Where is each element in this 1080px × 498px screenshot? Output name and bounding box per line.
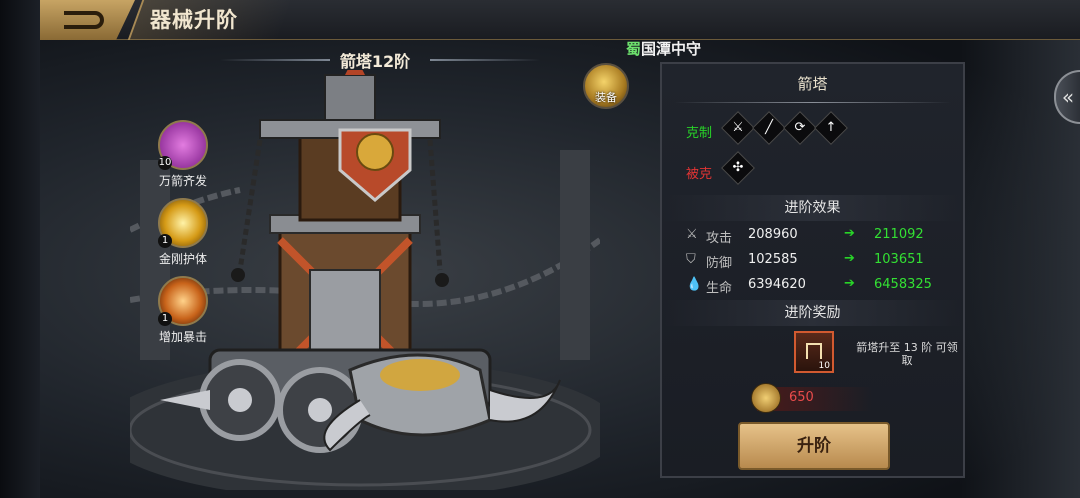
- stat-new-value: 211092: [874, 227, 924, 242]
- chariot-icon: ⚔: [732, 120, 744, 135]
- back-arrow-icon: [63, 11, 104, 29]
- stat-row-attack: ⚔ 攻击 208960 ➔ 211092: [662, 224, 963, 249]
- arrow-right-icon: ➔: [844, 226, 855, 241]
- stat-name: 防御: [706, 256, 733, 271]
- right-edge-decoration: [960, 0, 1080, 498]
- stat-old-value: 6394620: [748, 277, 806, 292]
- upgrade-panel: 箭塔 克制 ⚔ ╱ ⟳ ↑ 被克 ✣ 进阶效果 ⚔ 攻击 208960 ➔ 21…: [660, 62, 965, 478]
- reward-count: 10: [818, 361, 830, 371]
- advance-reward-header: 进阶奖励: [662, 300, 963, 326]
- arrow-right-icon: ➔: [844, 276, 855, 291]
- skill-level: 1: [158, 234, 172, 248]
- siege-cart-icon: ✣: [732, 160, 744, 175]
- bow-icon: ⟳: [794, 120, 806, 135]
- arrow-right-icon: ➔: [844, 251, 855, 266]
- header-divider: [674, 102, 951, 103]
- game-screen: 器械升阶 蜀国潭中守 箭塔12阶 10 万箭齐发 1 金刚护体 1 增加暴击 装…: [0, 0, 1080, 498]
- droplet-icon: 💧: [686, 277, 703, 292]
- skill-wanjianqifa[interactable]: 10 万箭齐发: [153, 120, 213, 189]
- stat-name: 生命: [706, 281, 733, 296]
- advance-effect-header: 进阶效果: [662, 195, 963, 221]
- upgrade-material-icon: [751, 383, 781, 413]
- double-chevron-left-icon: «: [1061, 85, 1075, 109]
- stat-row-health: 💧 生命 6394620 ➔ 6458325: [662, 274, 963, 299]
- counter-sword[interactable]: ╱: [752, 111, 786, 145]
- upgrade-button[interactable]: 升阶: [738, 422, 890, 470]
- skill-jingangxiuti[interactable]: 1 金刚护体: [153, 198, 213, 267]
- reward-condition-text: 箭塔升至 13 阶 可领取: [856, 341, 958, 367]
- sword-icon: ╱: [765, 120, 773, 135]
- upgrade-cost: 650: [751, 383, 872, 413]
- skill-level: 10: [158, 156, 172, 170]
- skill-zengjiabaoji[interactable]: 1 增加暴击: [153, 276, 213, 345]
- counter-bow[interactable]: ⟳: [783, 111, 817, 145]
- cost-value: 650: [789, 390, 814, 405]
- location-name: 国潭中守: [641, 40, 702, 58]
- critical-strike-icon: 1: [158, 276, 208, 326]
- stat-old-value: 208960: [748, 227, 798, 242]
- faction-name: 蜀: [626, 40, 642, 58]
- crossed-swords-icon: ⚔: [686, 227, 698, 242]
- shield-glow-icon: 1: [158, 198, 208, 248]
- arrow-rain-icon: 10: [158, 120, 208, 170]
- panel-header: 箭塔: [662, 64, 963, 106]
- stat-old-value: 102585: [748, 252, 798, 267]
- countered-by-siege[interactable]: ✣: [721, 151, 755, 185]
- counter-spear[interactable]: ↑: [814, 111, 848, 145]
- equip-button[interactable]: 装备: [583, 63, 629, 109]
- spear-icon: ↑: [825, 120, 837, 135]
- countered-label: 被克: [686, 167, 713, 182]
- shield-icon: ⛉: [686, 252, 696, 267]
- page-title: 器械升阶: [150, 8, 238, 32]
- gate-icon: [806, 343, 822, 359]
- equip-label: 装备: [595, 91, 617, 104]
- reward-item[interactable]: 10: [794, 331, 834, 373]
- unit-title: 箭塔12阶: [339, 52, 411, 71]
- location-label: 蜀国潭中守: [626, 38, 701, 59]
- skill-level: 1: [158, 312, 172, 326]
- panel-title: 箭塔: [797, 75, 828, 93]
- stat-name: 攻击: [706, 231, 733, 246]
- left-edge-decoration: [0, 0, 40, 498]
- skill-name: 万箭齐发: [158, 174, 207, 188]
- counter-label: 克制: [686, 126, 713, 141]
- stat-row-defense: ⛉ 防御 102585 ➔ 103651: [662, 249, 963, 274]
- skill-name: 增加暴击: [158, 330, 207, 344]
- title-deco-line-right: [430, 59, 540, 61]
- counter-cavalry[interactable]: ⚔: [721, 111, 755, 145]
- stat-new-value: 103651: [874, 252, 924, 267]
- skill-name: 金刚护体: [158, 252, 207, 266]
- stat-new-value: 6458325: [874, 277, 932, 292]
